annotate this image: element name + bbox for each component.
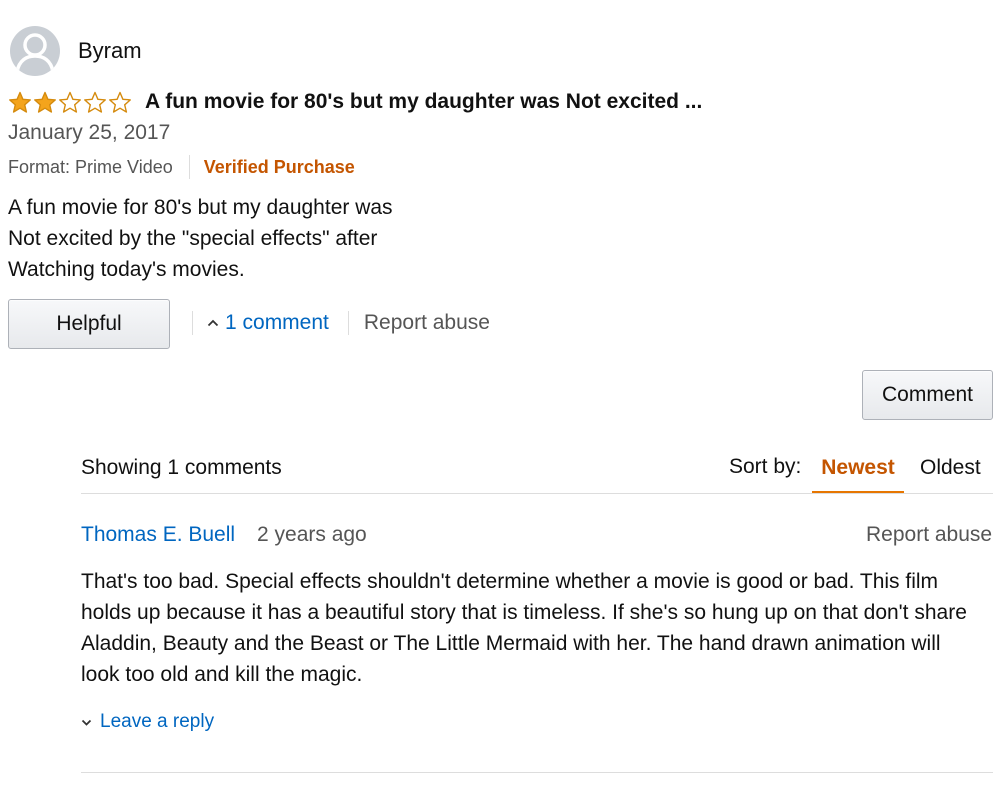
sort-newest-tab[interactable]: Newest <box>812 456 904 494</box>
comment-report-abuse-link[interactable]: Report abuse <box>866 523 992 547</box>
review-date: January 25, 2017 <box>8 121 171 144</box>
comment-author[interactable]: Thomas E. Buell <box>81 523 235 547</box>
comment-button[interactable]: Comment <box>862 370 993 420</box>
star-rating[interactable] <box>8 91 132 114</box>
review-meta: Format: Prime Video Verified Purchase <box>8 155 355 179</box>
comment-body-line: That's too bad. Special effects shouldn'… <box>81 570 939 593</box>
comments-toggle[interactable]: 1 comment <box>207 311 329 335</box>
divider <box>81 772 993 773</box>
star-filled-icon <box>34 91 56 113</box>
leave-reply-link[interactable]: Leave a reply <box>100 711 214 733</box>
avatar <box>10 26 60 76</box>
comment-body-line: Aladdin, Beauty and the Beast or The Lit… <box>81 632 941 655</box>
comment-timestamp: 2 years ago <box>257 523 367 546</box>
review-title[interactable]: A fun movie for 80's but my daughter was… <box>145 90 702 114</box>
divider <box>81 493 993 494</box>
chevron-up-icon <box>207 319 219 327</box>
comment-body-line: look too old and kill the magic. <box>81 663 363 686</box>
reviewer-name[interactable]: Byram <box>78 38 142 64</box>
leave-reply[interactable]: Leave a reply <box>81 711 214 733</box>
helpful-button[interactable]: Helpful <box>8 299 170 349</box>
review-body-line: Watching today's movies. <box>8 258 245 281</box>
sort-oldest-tab[interactable]: Oldest <box>920 456 981 480</box>
format-label[interactable]: Format: Prime Video <box>8 157 173 178</box>
review-actions: 1 comment Report abuse <box>192 311 490 335</box>
star-empty-icon <box>84 91 106 113</box>
showing-count: Showing 1 comments <box>81 456 282 479</box>
divider <box>347 311 349 335</box>
chevron-down-icon <box>81 719 92 726</box>
star-empty-icon <box>59 91 81 113</box>
star-empty-icon <box>109 91 131 113</box>
comment-body: That's too bad. Special effects shouldn'… <box>81 566 996 690</box>
divider <box>188 155 190 179</box>
comments-link[interactable]: 1 comment <box>225 311 329 335</box>
comment-body-line: holds up because it has a beautiful stor… <box>81 601 967 624</box>
divider <box>192 311 193 335</box>
verified-purchase-badge: Verified Purchase <box>203 156 355 177</box>
report-abuse-link[interactable]: Report abuse <box>364 311 490 335</box>
person-silhouette-icon <box>15 33 55 73</box>
star-filled-icon <box>9 91 31 113</box>
review-body-line: A fun movie for 80's but my daughter was <box>8 196 393 219</box>
sort-label: Sort by: <box>729 455 802 478</box>
review-body: A fun movie for 80's but my daughter was… <box>8 192 393 285</box>
review-body-line: Not excited by the "special effects" aft… <box>8 227 378 250</box>
